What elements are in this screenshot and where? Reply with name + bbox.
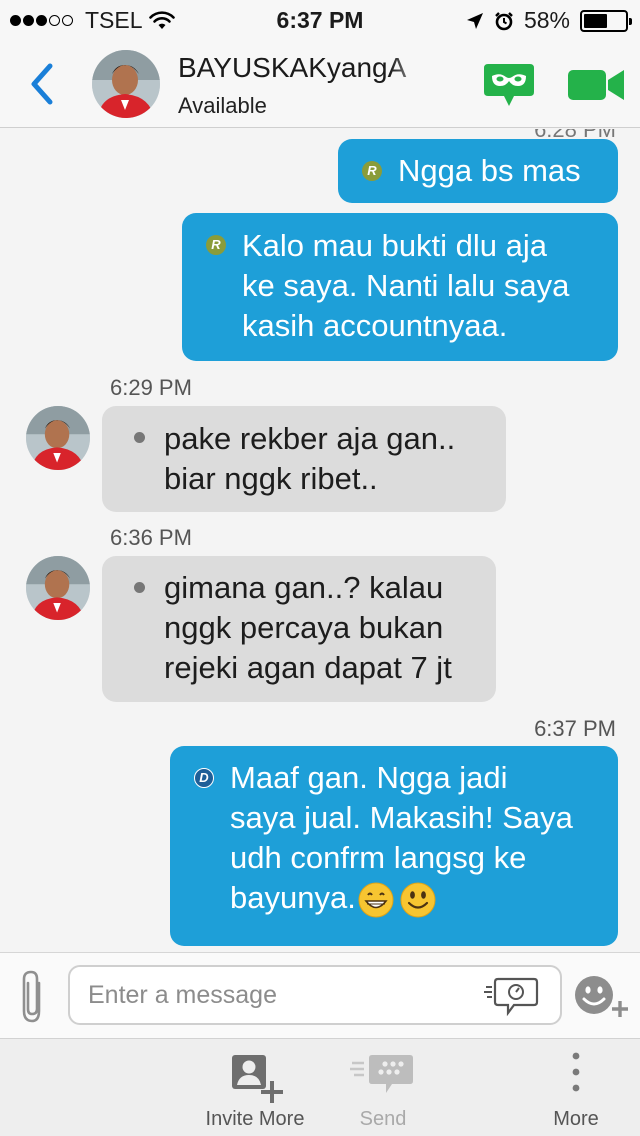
status-right: 58% bbox=[466, 7, 632, 34]
battery-percent: 58% bbox=[523, 7, 570, 33]
paperclip-icon bbox=[22, 970, 41, 1023]
bbm-mask-icon bbox=[484, 64, 534, 106]
battery-level-fill bbox=[584, 13, 608, 28]
smiling-face-emoji bbox=[400, 882, 436, 918]
chat-header: BAYUSKAKyangA Available bbox=[0, 40, 640, 128]
attach-button[interactable] bbox=[18, 967, 48, 1027]
sender-avatar[interactable] bbox=[26, 556, 90, 620]
video-camera-icon bbox=[568, 70, 624, 100]
bbm-send-icon bbox=[350, 1055, 413, 1093]
message-timestamp: 6:29 PM bbox=[110, 375, 192, 400]
bbm-voice-call-button[interactable] bbox=[482, 62, 536, 108]
send-tab[interactable]: Send bbox=[334, 1039, 432, 1136]
message-input-box bbox=[68, 965, 562, 1025]
unread-dot-icon bbox=[134, 582, 145, 593]
status-bar: TSEL 6:37 PM 58% bbox=[0, 0, 640, 40]
voice-note-button[interactable] bbox=[484, 975, 540, 1017]
message-input[interactable] bbox=[70, 967, 490, 1023]
more-label: More bbox=[553, 1108, 599, 1130]
more-tab[interactable]: More bbox=[536, 1039, 616, 1136]
sender-avatar[interactable] bbox=[26, 406, 90, 470]
more-vertical-icon bbox=[572, 1052, 580, 1092]
message-text: gimana gan..? kalau nggk percaya bukan r… bbox=[164, 570, 452, 685]
incoming-message[interactable]: gimana gan..? kalau nggk percaya bukan r… bbox=[102, 556, 496, 702]
message-body: Maaf gan. Ngga jadi saya jual. Makasih! … bbox=[230, 758, 610, 918]
invite-contact-icon bbox=[232, 1055, 283, 1103]
profile-photo bbox=[26, 556, 90, 620]
emoji-group bbox=[358, 882, 436, 918]
outgoing-message[interactable]: R Ngga bs mas bbox=[338, 139, 618, 203]
message-text: pake rekber aja gan.. biar nggk ribet.. bbox=[164, 421, 456, 496]
chevron-left-icon bbox=[31, 63, 53, 105]
back-button[interactable] bbox=[26, 60, 62, 108]
profile-photo bbox=[26, 406, 90, 470]
unread-dot-icon bbox=[134, 432, 145, 443]
read-status-icon: R bbox=[206, 235, 226, 255]
emoji-button[interactable] bbox=[572, 971, 632, 1023]
smiley-plus-icon bbox=[575, 976, 628, 1017]
contact-avatar[interactable] bbox=[92, 50, 160, 118]
bottom-toolbar: Invite More Send More bbox=[0, 1038, 640, 1136]
contact-status: Available bbox=[178, 93, 267, 118]
video-call-button[interactable] bbox=[566, 62, 628, 108]
message-text: Ngga bs mas bbox=[398, 153, 581, 188]
incoming-message[interactable]: pake rekber aja gan.. biar nggk ribet.. bbox=[102, 406, 506, 512]
invite-more-tab[interactable]: Invite More bbox=[190, 1039, 320, 1136]
outgoing-message[interactable]: D Maaf gan. Ngga jadi saya jual. Makasih… bbox=[170, 746, 618, 946]
message-list[interactable]: 6:28 PM R Ngga bs mas R Kalo mau bukti d… bbox=[0, 129, 640, 952]
contact-name: BAYUSKAKyangA bbox=[178, 52, 407, 83]
outgoing-message[interactable]: R Kalo mau bukti dlu aja ke saya. Nanti … bbox=[182, 213, 618, 361]
message-text: Kalo mau bukti dlu aja ke saya. Nanti la… bbox=[242, 228, 570, 343]
message-timestamp: 6:37 PM bbox=[534, 716, 616, 741]
message-timestamp: 6:36 PM bbox=[110, 525, 192, 550]
voice-note-icon bbox=[484, 977, 539, 1017]
location-arrow-icon bbox=[466, 12, 483, 29]
send-label: Send bbox=[359, 1108, 407, 1130]
grinning-face-emoji bbox=[358, 882, 394, 918]
read-status-icon: R bbox=[362, 161, 382, 181]
profile-photo bbox=[92, 50, 160, 118]
invite-more-label: Invite More bbox=[205, 1108, 305, 1130]
alarm-clock-icon bbox=[495, 11, 513, 30]
battery-icon bbox=[580, 9, 632, 32]
message-composer bbox=[0, 952, 640, 1038]
delivered-status-icon: D bbox=[194, 768, 214, 788]
